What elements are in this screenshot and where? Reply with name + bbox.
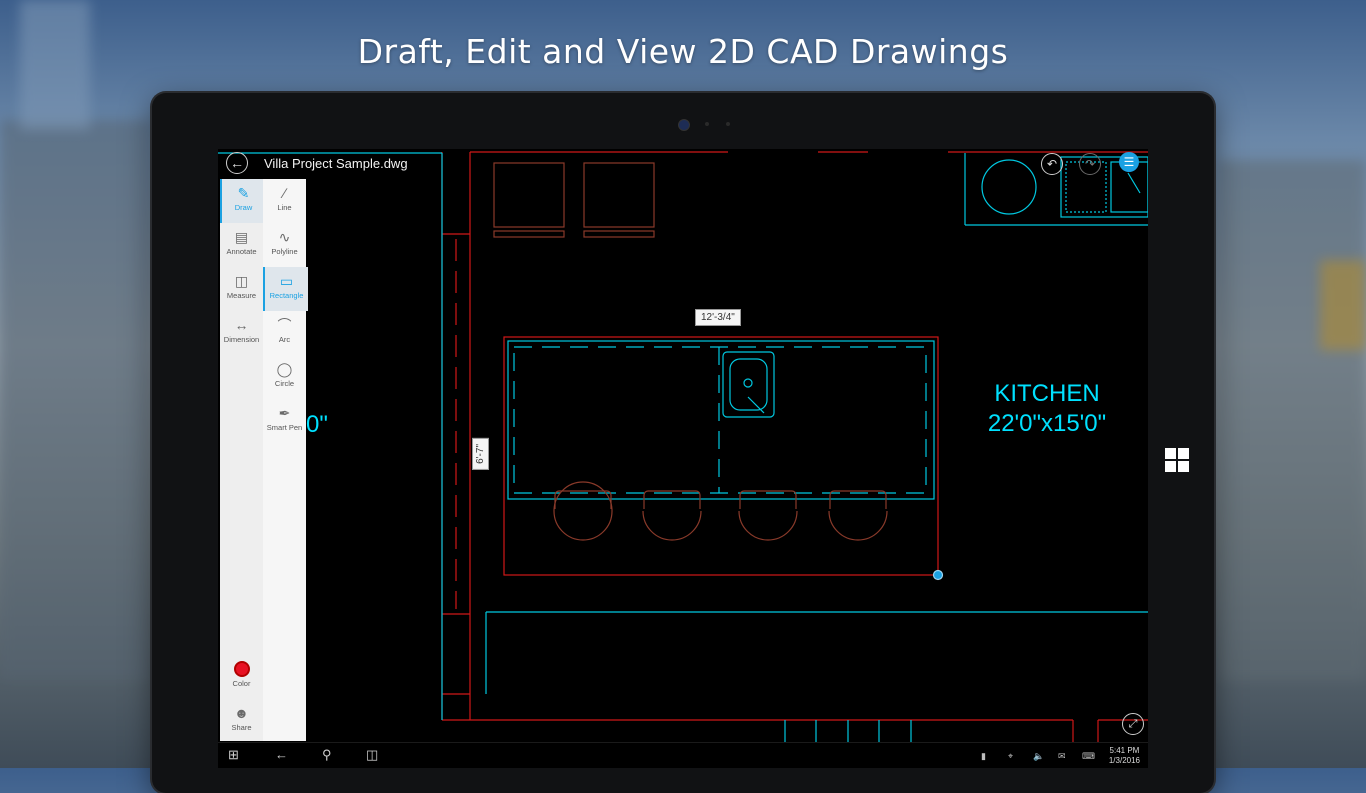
share-icon: ☻: [234, 705, 249, 721]
measure-icon: ◫: [234, 273, 249, 289]
search-icon[interactable]: ⚲: [322, 747, 332, 763]
island-counter: [507, 340, 935, 500]
primary-toolbar: ✎ Draw ▤ Annotate ◫ Measure ↔ Dimension …: [220, 179, 265, 743]
wall-lines: [441, 151, 1148, 743]
keyboard-icon[interactable]: ⌨: [1082, 751, 1095, 762]
sensor-dot: [726, 122, 730, 126]
tool-label: Smart Pen: [266, 423, 303, 432]
back-arrow-icon[interactable]: ←: [226, 152, 248, 174]
tool-label: Share: [231, 723, 252, 732]
tool-color[interactable]: Color: [220, 655, 263, 699]
round-table: [981, 159, 1037, 215]
tool-smart-pen[interactable]: ✒ Smart Pen: [263, 399, 306, 443]
background-blur-left: [0, 120, 150, 680]
tool-label: Polyline: [271, 247, 298, 256]
windows-logo-icon[interactable]: [1165, 448, 1189, 472]
tool-circle[interactable]: ◯ Circle: [263, 355, 306, 399]
tool-label: Color: [232, 679, 251, 688]
color-swatch: [233, 661, 250, 677]
tool-annotate[interactable]: ▤ Annotate: [220, 223, 263, 267]
tool-rectangle[interactable]: ▭ Rectangle: [263, 267, 308, 311]
tool-label: Arc: [278, 335, 291, 344]
island-counter-dashed: [513, 346, 927, 494]
rectangle-icon: ▭: [279, 273, 294, 289]
clock-date: 1/3/2016: [1108, 756, 1140, 765]
undo-icon[interactable]: ↶: [1041, 153, 1063, 175]
draw-subtoolbar: ∕ Line ∿ Polyline ▭ Rectangle ⌒ Arc ◯ Ci…: [263, 179, 308, 741]
taskbar-back-icon[interactable]: ←: [275, 747, 288, 762]
battery-icon[interactable]: ▮: [981, 751, 986, 762]
tool-arc[interactable]: ⌒ Arc: [263, 311, 306, 355]
app-screen: ← Villa Project Sample.dwg 0" ✎ Draw ▤ A…: [218, 149, 1148, 768]
dimension-label-width[interactable]: 12'-3/4": [695, 309, 741, 326]
clock-time: 5:41 PM: [1109, 746, 1140, 755]
task-view-icon[interactable]: ◫: [366, 747, 378, 763]
bar-stools: [553, 481, 888, 541]
tool-measure[interactable]: ◫ Measure: [220, 267, 263, 311]
tool-label: Dimension: [223, 335, 260, 344]
tool-label: Rectangle: [269, 291, 304, 300]
sink-outline: [722, 351, 775, 418]
arc-icon: ⌒: [277, 317, 292, 333]
room-label: KITCHEN 22'0"x15'0": [976, 379, 1118, 439]
tool-draw[interactable]: ✎ Draw: [220, 179, 265, 223]
tool-label: Line: [277, 203, 292, 212]
sensor-dot: [705, 122, 709, 126]
circle-icon: ◯: [276, 361, 293, 377]
background-blur-right: [1218, 160, 1366, 680]
chairs-top: [493, 162, 655, 238]
tool-dimension[interactable]: ↔ Dimension: [220, 311, 263, 355]
partial-room-label: 0": [306, 411, 328, 438]
file-title: Villa Project Sample.dwg: [264, 156, 408, 171]
tool-label: Draw: [234, 203, 253, 212]
dimension-icon: ↔: [234, 317, 249, 333]
tool-polyline[interactable]: ∿ Polyline: [263, 223, 306, 267]
background-blur-window: [1320, 260, 1366, 350]
notifications-icon[interactable]: ✉: [1058, 751, 1066, 762]
tool-label: Annotate: [226, 247, 257, 256]
dimension-label-height[interactable]: 6'-7": [472, 438, 489, 470]
windows-taskbar: ⊞ ← ⚲ ◫ ▮ ⌖ 🔈 ✉ ⌨ 5:41 PM 1/3/2016: [218, 742, 1148, 768]
tool-label: Measure: [226, 291, 257, 300]
camera-icon: [678, 119, 690, 131]
headline: Draft, Edit and View 2D CAD Drawings: [357, 32, 1009, 71]
cad-drawing-canvas[interactable]: [218, 149, 1148, 768]
tool-share[interactable]: ☻ Share: [220, 699, 263, 743]
app-title-bar: ← Villa Project Sample.dwg: [218, 149, 458, 177]
bottom-fixtures: [784, 720, 912, 743]
windows-start-icon[interactable]: ⊞: [228, 747, 239, 763]
fullscreen-icon[interactable]: ⤢: [1122, 713, 1144, 735]
island-outline: [503, 336, 939, 576]
rectangle-grip-handle: [932, 569, 944, 581]
room-size: 22'0"x15'0": [987, 410, 1107, 437]
wifi-icon[interactable]: ⌖: [1008, 751, 1013, 762]
tool-line[interactable]: ∕ Line: [263, 179, 306, 223]
tool-label: Circle: [274, 379, 295, 388]
smart-pen-icon: ✒: [278, 405, 291, 421]
polyline-icon: ∿: [278, 229, 291, 245]
redo-icon[interactable]: ↷: [1079, 153, 1101, 175]
volume-mute-icon[interactable]: 🔈: [1033, 751, 1044, 762]
annotate-icon: ▤: [234, 229, 249, 245]
system-clock[interactable]: 5:41 PM 1/3/2016: [1109, 746, 1140, 766]
line-icon: ∕: [283, 185, 286, 201]
menu-icon[interactable]: ☰: [1119, 152, 1139, 172]
room-name: KITCHEN: [994, 380, 1100, 407]
draw-icon: ✎: [237, 185, 250, 201]
